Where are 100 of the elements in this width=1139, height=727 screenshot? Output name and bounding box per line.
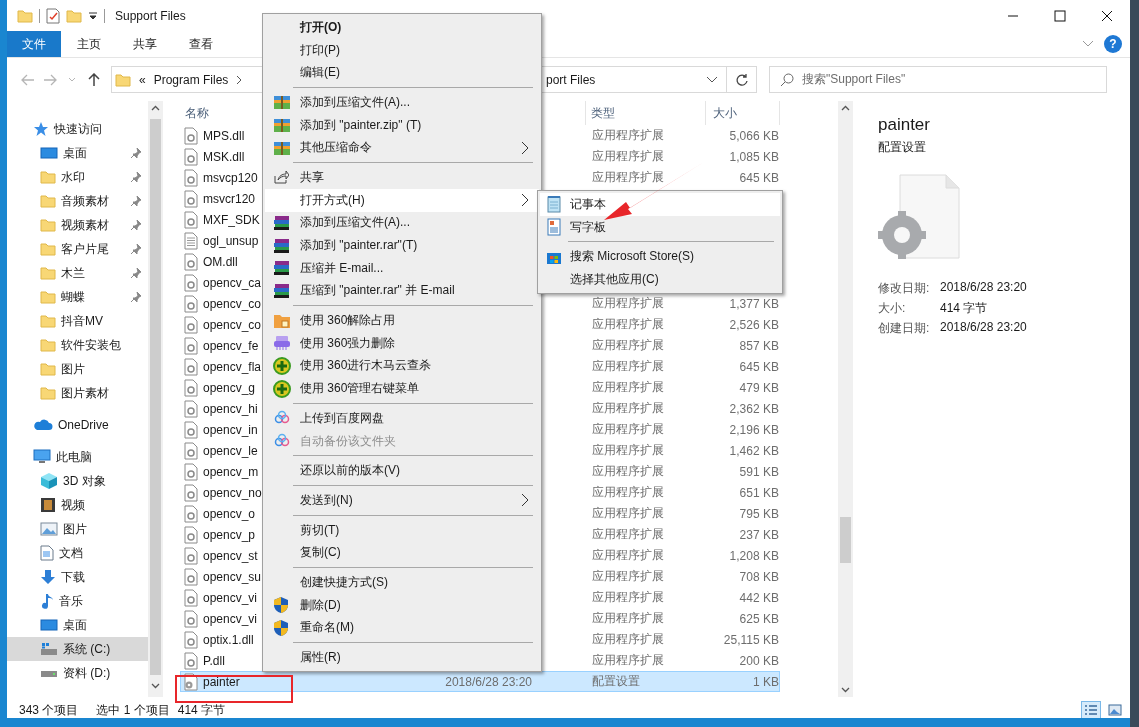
menu-item[interactable]: 属性(R): [265, 646, 539, 669]
menu-item[interactable]: 上传到百度网盘: [265, 407, 539, 430]
nav-item[interactable]: 资料 (D:): [7, 661, 148, 685]
breadcrumb[interactable]: port Files: [546, 72, 596, 87]
folder-icon: [40, 266, 56, 280]
nav-item[interactable]: 下载: [7, 565, 148, 589]
pin-icon: [130, 171, 142, 183]
nav-item[interactable]: 图片: [7, 357, 148, 381]
menu-item[interactable]: 编辑(E): [265, 61, 539, 85]
plus-circle-icon: [273, 356, 291, 375]
shield-icon: [273, 618, 289, 637]
menu-item[interactable]: 使用 360强力删除: [265, 331, 539, 355]
nav-item[interactable]: OneDrive: [7, 413, 148, 437]
file-size: 645 KB: [739, 359, 779, 374]
menu-item[interactable]: 选择其他应用(C): [540, 268, 780, 291]
file-size: 2,362 KB: [729, 401, 779, 416]
pin-icon: [130, 195, 142, 207]
film-icon: [40, 497, 56, 513]
nav-item[interactable]: 视频: [7, 493, 148, 517]
nav-item[interactable]: 系统 (C:): [7, 637, 148, 661]
chevron-down-icon: [841, 687, 850, 693]
details-view-button[interactable]: [1081, 701, 1101, 718]
scrollbar[interactable]: [838, 101, 853, 697]
menu-item[interactable]: 搜索 Microsoft Store(S): [540, 245, 780, 269]
chevron-right-icon: [521, 193, 529, 208]
maximize-icon: [1053, 9, 1066, 22]
column-header[interactable]: 名称: [185, 105, 209, 120]
file-name: opencv_vi: [203, 590, 258, 605]
nav-item[interactable]: 软件安装包: [7, 333, 148, 357]
menu-item[interactable]: 添加到压缩文件(A)...: [265, 91, 539, 114]
nav-item[interactable]: 桌面: [7, 613, 148, 637]
scrollbar[interactable]: [148, 101, 163, 697]
nav-item[interactable]: 视频素材: [7, 213, 148, 237]
menu-item[interactable]: 删除(D): [265, 593, 539, 617]
breadcrumb[interactable]: Program Files: [153, 72, 229, 87]
ribbon-tab[interactable]: 查看: [173, 31, 229, 57]
menu-item[interactable]: 打印(P): [265, 38, 539, 62]
menu-item[interactable]: 打开(O): [265, 16, 539, 39]
breadcrumb-overflow[interactable]: «: [139, 72, 146, 87]
menu-item[interactable]: 重命名(M): [265, 616, 539, 640]
nav-item[interactable]: 客户片尾: [7, 237, 148, 261]
ribbon-tab[interactable]: 共享: [117, 31, 173, 57]
menu-item[interactable]: 创建快捷方式(S): [265, 571, 539, 594]
menu-item[interactable]: 使用 360解除占用: [265, 309, 539, 332]
selection-size: 414 字节: [177, 701, 226, 718]
nav-item[interactable]: 3D 对象: [7, 469, 148, 493]
menu-item[interactable]: 添加到 "painter.rar"(T): [265, 234, 539, 257]
cloud-icon: [33, 418, 53, 432]
nav-item[interactable]: 桌面: [7, 141, 148, 165]
nav-item[interactable]: 抖音MV: [7, 309, 148, 333]
file-name: msvcp120: [203, 170, 258, 185]
nav-item[interactable]: 图片: [7, 517, 148, 541]
file-type: 应用程序扩展: [592, 548, 665, 562]
nav-item[interactable]: 木兰: [7, 261, 148, 285]
file-type: 应用程序扩展: [592, 590, 665, 604]
column-header[interactable]: 类型: [591, 104, 615, 122]
nav-item[interactable]: 音乐: [7, 589, 148, 613]
file-size: 442 KB: [739, 590, 779, 605]
menu-item[interactable]: 使用 360管理右键菜单: [265, 377, 539, 400]
nav-item[interactable]: 文档: [7, 541, 148, 565]
menu-item[interactable]: 剪切(T): [265, 518, 539, 542]
menu-item[interactable]: 压缩到 "painter.rar" 并 E-mail: [265, 279, 539, 303]
menu-item[interactable]: 发送到(N): [265, 489, 539, 512]
notepad-icon: [546, 195, 562, 214]
search-field[interactable]: 搜索"Support Files": [769, 66, 1107, 93]
menu-item[interactable]: 复制(C): [265, 541, 539, 565]
refresh-icon: [734, 72, 749, 87]
menu-item[interactable]: 使用 360进行木马云查杀: [265, 354, 539, 378]
thumbnail-view-button[interactable]: [1105, 701, 1125, 718]
file-name: opencv_st: [203, 548, 258, 563]
file-size: 591 KB: [739, 464, 779, 479]
file-size: 2,196 KB: [729, 422, 779, 437]
menu-item[interactable]: 添加到 "painter.zip" (T): [265, 113, 539, 137]
menu-item[interactable]: 共享: [265, 166, 539, 189]
menu-item[interactable]: 添加到压缩文件(A)...: [265, 211, 539, 235]
nav-item[interactable]: 蝴蝶: [7, 285, 148, 309]
menu-item[interactable]: 记事本: [540, 193, 780, 216]
pin-icon: [130, 267, 142, 279]
menu-item[interactable]: 写字板: [540, 215, 780, 239]
scrollbar-thumb[interactable]: [840, 517, 851, 563]
nav-item[interactable]: 音频素材: [7, 189, 148, 213]
gear-file-icon: [183, 126, 199, 145]
refresh-button[interactable]: [727, 66, 757, 93]
ribbon-tab[interactable]: 主页: [61, 31, 117, 57]
nav-item[interactable]: 此电脑: [7, 445, 148, 469]
menu-item[interactable]: 压缩并 E-mail...: [265, 256, 539, 280]
scrollbar-thumb[interactable]: [150, 119, 161, 675]
file-name: opencv_p: [203, 527, 256, 542]
nav-item[interactable]: 快速访问: [7, 117, 148, 141]
folder-icon: [66, 8, 82, 23]
column-header[interactable]: 大小: [713, 104, 737, 122]
nav-item[interactable]: 水印: [7, 165, 148, 189]
nav-item[interactable]: 图片素材: [7, 381, 148, 405]
menu-item[interactable]: 还原以前的版本(V): [265, 459, 539, 483]
menu-item[interactable]: 打开方式(H): [265, 188, 539, 212]
help-icon[interactable]: ?: [1104, 35, 1122, 53]
selected-row[interactable]: painter 2018/6/28 23:20 配置设置 1 KB: [180, 671, 780, 692]
menu-item[interactable]: 其他压缩命令: [265, 136, 539, 160]
arrow-left-icon: [21, 73, 35, 86]
ribbon-tab[interactable]: 文件: [7, 31, 61, 57]
